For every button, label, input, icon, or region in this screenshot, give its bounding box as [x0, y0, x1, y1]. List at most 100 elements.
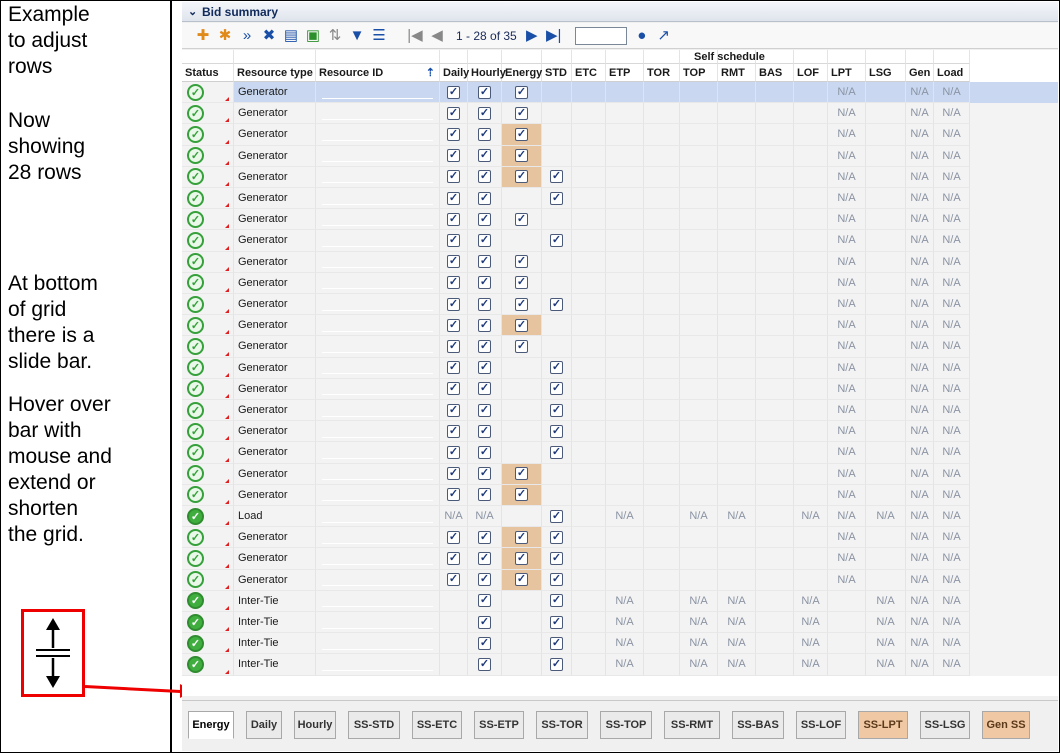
table-row[interactable]: ✓ Generator ✓ ✓ ✓ N/A N/A N/A	[182, 336, 1058, 358]
checkbox[interactable]: ✓	[447, 339, 460, 353]
checkbox[interactable]: ✓	[550, 636, 563, 650]
resource-id-field[interactable]	[322, 267, 433, 269]
column-header-lsg[interactable]: LSG	[866, 64, 906, 82]
status-ok-icon[interactable]: ✓	[187, 549, 204, 567]
column-header-lpt[interactable]: LPT	[828, 64, 866, 82]
checkbox[interactable]: ✓	[515, 573, 528, 587]
checkbox[interactable]: ✓	[478, 233, 491, 247]
checkbox[interactable]: ✓	[478, 212, 491, 226]
checkbox[interactable]: ✓	[478, 106, 491, 120]
checkbox[interactable]: ✓	[515, 488, 528, 502]
checkbox[interactable]: ✓	[447, 488, 460, 502]
checkbox[interactable]: ✓	[515, 297, 528, 311]
checkbox[interactable]: ✓	[550, 297, 563, 311]
checkbox[interactable]: ✓	[515, 530, 528, 544]
status-ok-icon[interactable]: ✓	[187, 507, 204, 525]
status-ok-icon[interactable]: ✓	[187, 380, 204, 398]
status-ok-icon[interactable]: ✓	[187, 465, 204, 483]
checkbox[interactable]: ✓	[447, 149, 460, 163]
checkbox[interactable]: ✓	[478, 127, 491, 141]
checkbox[interactable]: ✓	[478, 149, 491, 163]
first-page-icon[interactable]: |◀	[406, 27, 424, 45]
resource-id-field[interactable]	[322, 457, 433, 459]
cell-rid[interactable]	[316, 590, 440, 612]
resource-id-field[interactable]	[322, 585, 433, 587]
prev-page-icon[interactable]: ◀	[428, 27, 446, 45]
checkbox[interactable]: ✓	[550, 361, 563, 375]
checkbox[interactable]: ✓	[447, 127, 460, 141]
resource-id-field[interactable]	[322, 309, 433, 311]
checkbox[interactable]: ✓	[550, 170, 563, 184]
resource-id-field[interactable]	[322, 500, 433, 502]
checkbox[interactable]: ✓	[515, 467, 528, 481]
column-header-std[interactable]: STD	[542, 64, 572, 82]
checkbox[interactable]: ✓	[515, 149, 528, 163]
resource-id-field[interactable]	[322, 245, 433, 247]
sort-icon[interactable]: ⇡	[426, 66, 435, 79]
checkbox[interactable]: ✓	[447, 255, 460, 269]
checkbox[interactable]: ✓	[550, 551, 563, 565]
tab-ss-etc[interactable]: SS-ETC	[412, 711, 462, 739]
checkbox[interactable]: ✓	[447, 382, 460, 396]
resource-id-field[interactable]	[322, 224, 433, 226]
checkbox[interactable]: ✓	[447, 212, 460, 226]
checkbox[interactable]: ✓	[478, 255, 491, 269]
cell-rid[interactable]	[316, 569, 440, 591]
cell-rid[interactable]	[316, 209, 440, 231]
status-ok-icon[interactable]: ✓	[187, 443, 204, 461]
checkbox[interactable]: ✓	[447, 297, 460, 311]
status-ok-icon[interactable]: ✓	[187, 253, 204, 271]
table-row[interactable]: ✓ Generator ✓ ✓ ✓ ✓ N/A N/A N/A	[182, 294, 1058, 316]
run-icon[interactable]: »	[238, 27, 256, 45]
status-ok-icon[interactable]: ✓	[187, 359, 204, 377]
checkbox[interactable]: ✓	[515, 106, 528, 120]
cell-rid[interactable]	[316, 294, 440, 316]
checkbox[interactable]: ✓	[447, 170, 460, 184]
tab-hourly[interactable]: Hourly	[294, 711, 336, 739]
table-row[interactable]: ✓ Generator ✓ ✓ ✓ N/A N/A N/A	[182, 124, 1058, 146]
tab-ss-lpt[interactable]: SS-LPT	[858, 711, 908, 739]
status-ok-icon[interactable]: ✓	[187, 231, 204, 249]
table-row[interactable]: ✓ Generator ✓ ✓ ✓ N/A N/A N/A	[182, 209, 1058, 231]
table-row[interactable]: ✓ Generator ✓ ✓ ✓ N/A N/A N/A	[182, 145, 1058, 167]
checkbox[interactable]: ✓	[447, 276, 460, 290]
tab-ss-bas[interactable]: SS-BAS	[732, 711, 784, 739]
columns-icon[interactable]: ☰	[370, 27, 388, 45]
checkbox[interactable]: ✓	[478, 424, 491, 438]
page-number-input[interactable]	[574, 26, 627, 45]
resource-id-field[interactable]	[322, 182, 433, 184]
cell-rid[interactable]	[316, 654, 440, 676]
column-header-top[interactable]: TOP	[680, 64, 718, 82]
cell-rid[interactable]	[316, 400, 440, 422]
checkbox[interactable]: ✓	[515, 318, 528, 332]
next-page-icon[interactable]: ▶	[523, 27, 541, 45]
checkbox[interactable]: ✓	[550, 530, 563, 544]
cell-rid[interactable]	[316, 633, 440, 655]
resource-id-field[interactable]	[322, 542, 433, 544]
table-row[interactable]: ✓ Generator ✓ ✓ ✓ ✓ N/A N/A N/A	[182, 527, 1058, 549]
status-ok-icon[interactable]: ✓	[187, 613, 204, 631]
tab-ss-etp[interactable]: SS-ETP	[474, 711, 524, 739]
resource-id-field[interactable]	[322, 521, 433, 523]
status-ok-icon[interactable]: ✓	[187, 189, 204, 207]
cell-rid[interactable]	[316, 124, 440, 146]
checkbox[interactable]: ✓	[478, 276, 491, 290]
wand-icon[interactable]: ✱	[216, 27, 234, 45]
table-row[interactable]: ✓ Generator ✓ ✓ ✓ N/A N/A N/A	[182, 103, 1058, 125]
checkbox[interactable]: ✓	[515, 170, 528, 184]
table-row[interactable]: ✓ Generator ✓ ✓ ✓ N/A N/A N/A	[182, 251, 1058, 273]
column-header-rtype[interactable]: Resource type	[234, 64, 316, 82]
resource-id-field[interactable]	[322, 288, 433, 290]
checkbox[interactable]: ✓	[447, 85, 460, 99]
column-header-rid[interactable]: Resource ID ⇡	[316, 64, 440, 82]
resource-id-field[interactable]	[322, 436, 433, 438]
status-ok-icon[interactable]: ✓	[187, 83, 204, 101]
checkbox[interactable]: ✓	[478, 657, 491, 671]
cell-rid[interactable]	[316, 421, 440, 443]
status-ok-icon[interactable]: ✓	[187, 104, 204, 122]
column-header-tor[interactable]: TOR	[644, 64, 680, 82]
checkbox[interactable]: ✓	[447, 361, 460, 375]
add-row-icon[interactable]: ✚	[194, 27, 212, 45]
tab-daily[interactable]: Daily	[246, 711, 282, 739]
status-ok-icon[interactable]: ✓	[187, 422, 204, 440]
